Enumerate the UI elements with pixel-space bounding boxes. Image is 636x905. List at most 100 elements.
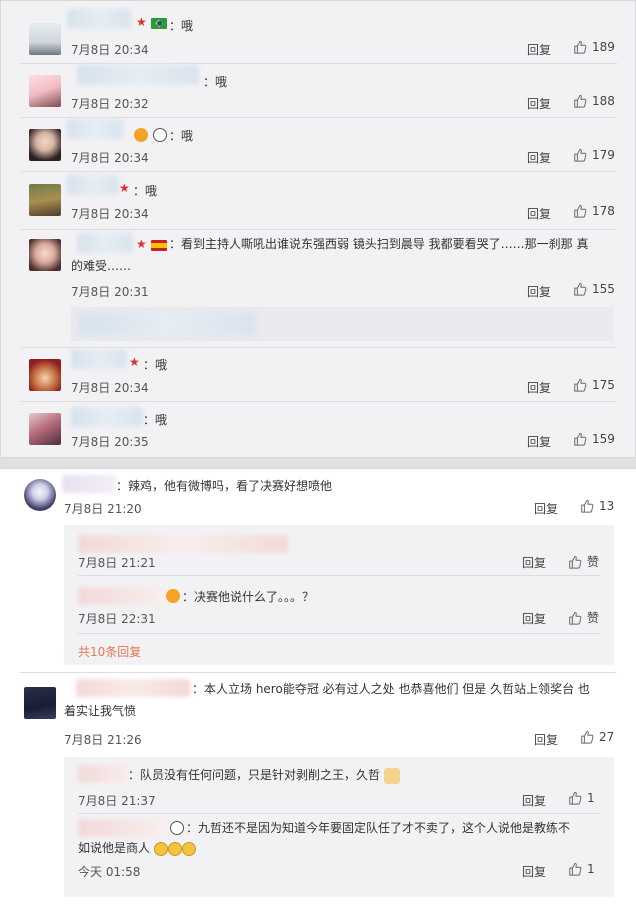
vip-star-icon: ★ [136, 15, 147, 29]
reply-button[interactable]: 回复 [527, 41, 551, 58]
sub-reply-time: 7月8日 22:31 [78, 612, 156, 626]
vip-star-icon: ★ [136, 237, 147, 251]
thumb-up-icon [573, 432, 587, 446]
victory-hand-icon [383, 767, 400, 784]
more-replies-link[interactable]: 共10条回复 [78, 643, 141, 660]
thumb-up-icon [580, 499, 594, 513]
comment-time: 7月8日 20:34 [71, 151, 149, 165]
username-blurred[interactable] [77, 233, 133, 253]
reply-button[interactable]: 回复 [522, 863, 546, 880]
username-blurred[interactable] [78, 765, 130, 783]
avatar[interactable] [29, 23, 61, 55]
medal-badge-icon [166, 589, 180, 603]
reply-button[interactable]: 回复 [534, 500, 558, 517]
sweat-emoji-icon [181, 841, 196, 856]
sub-reply-box: ：队员没有任何问题，只是针对剥削之王，久哲 7月8日 21:37 回复 1 ：九… [64, 757, 614, 897]
comment-item: ★ ：哦 7月8日 20:34 回复 189 [1, 1, 636, 61]
reply-button[interactable]: 回复 [527, 283, 551, 300]
avatar[interactable] [29, 413, 61, 445]
thumb-up-icon [568, 791, 582, 805]
brazil-flag-icon [151, 18, 167, 29]
comment-panel-top: ★ ：哦 7月8日 20:34 回复 189 ：哦 7月8日 20:32 回复 … [0, 0, 636, 458]
sub-reply-text-line2: 如说他是商人 [78, 838, 578, 858]
like-button[interactable]: 赞 [568, 553, 599, 570]
username-blurred[interactable] [71, 349, 127, 369]
reply-button[interactable]: 回复 [522, 554, 546, 571]
like-count: 13 [599, 499, 615, 513]
comment-item: ★ ：哦 7月8日 20:34 回复 175 [1, 347, 636, 401]
avatar[interactable] [29, 129, 61, 161]
avatar[interactable] [29, 184, 61, 216]
reply-button[interactable]: 回复 [527, 149, 551, 166]
like-label: 赞 [587, 555, 600, 569]
comment-thread: ：辣鸡，他有微博吗，看了决赛好想喷他 7月8日 21:20 回复 13 7月8日… [0, 469, 636, 669]
reply-button[interactable]: 回复 [534, 731, 558, 748]
avatar[interactable] [29, 239, 61, 271]
username-blurred[interactable] [67, 119, 123, 139]
comment-time: 7月8日 20:31 [71, 285, 149, 299]
comment-text: ：看到主持人嘶吼出谁说东强西弱 镜头扫到晨导 我都要看哭了……那一刹那 真 [169, 237, 589, 251]
username-blurred[interactable] [78, 587, 164, 605]
like-button[interactable]: 188 [573, 94, 615, 108]
username-blurred[interactable] [67, 9, 131, 29]
thumb-up-icon [573, 378, 587, 392]
like-button[interactable]: 27 [580, 730, 614, 744]
comment-text: ：辣鸡，他有微博吗，看了决赛好想喷他 [116, 479, 333, 493]
reply-button[interactable]: 回复 [522, 610, 546, 627]
like-count: 159 [592, 432, 615, 446]
like-count: 178 [592, 204, 615, 218]
username-blurred[interactable] [78, 535, 288, 553]
like-button[interactable]: 179 [573, 148, 615, 162]
vip-star-icon: ★ [119, 181, 130, 195]
username-blurred[interactable] [71, 407, 143, 427]
username-blurred[interactable] [76, 679, 190, 697]
reply-button[interactable]: 回复 [522, 792, 546, 809]
comment-text: ：哦 [143, 413, 168, 427]
reply-button[interactable]: 回复 [527, 379, 551, 396]
username-blurred[interactable] [78, 819, 164, 837]
comment-time: 7月8日 20:34 [71, 207, 149, 221]
reply-button[interactable]: 回复 [527, 205, 551, 222]
avatar[interactable] [24, 687, 56, 719]
username-blurred[interactable] [77, 65, 199, 85]
thumb-up-icon [573, 148, 587, 162]
like-count: 188 [592, 94, 615, 108]
comment-time: 7月8日 21:20 [64, 502, 142, 516]
like-button[interactable]: 赞 [568, 609, 599, 626]
like-button[interactable]: 189 [573, 40, 615, 54]
like-button[interactable]: 1 [568, 862, 595, 876]
comment-text-line2: 的难受…… [71, 259, 132, 273]
panda-badge-icon [170, 821, 184, 835]
like-button[interactable]: 155 [573, 282, 615, 296]
avatar[interactable] [29, 359, 61, 391]
reply-button[interactable]: 回复 [527, 433, 551, 450]
thumb-up-icon [568, 611, 582, 625]
comment-time: 7月8日 20:34 [71, 381, 149, 395]
sub-reply-box: 7月8日 21:21 回复 赞 ：决赛他说什么了。。。？ 7月8日 22:31 … [64, 525, 614, 665]
thumb-up-icon [580, 730, 594, 744]
like-count: 179 [592, 148, 615, 162]
like-button[interactable]: 178 [573, 204, 615, 218]
like-button[interactable]: 1 [568, 791, 595, 805]
spain-flag-icon [151, 240, 167, 251]
avatar[interactable] [24, 479, 56, 511]
thumb-up-icon [573, 94, 587, 108]
like-button[interactable]: 175 [573, 378, 615, 392]
like-count: 189 [592, 40, 615, 54]
like-button[interactable]: 159 [573, 432, 615, 446]
comment-text: ：哦 [133, 184, 158, 198]
comment-panel-bottom: ：辣鸡，他有微博吗，看了决赛好想喷他 7月8日 21:20 回复 13 7月8日… [0, 468, 636, 905]
comment-text: ：哦 [143, 358, 168, 372]
comment-text: ：哦 [203, 75, 228, 89]
comment-time: 7月8日 20:35 [71, 435, 149, 449]
sub-reply-text: ：队员没有任何问题，只是针对剥削之王，久哲 [128, 766, 400, 784]
like-button[interactable]: 13 [580, 499, 614, 513]
reply-button[interactable]: 回复 [527, 95, 551, 112]
username-blurred[interactable] [67, 175, 119, 195]
comment-text-line2: 着实让我气愤 [64, 704, 137, 718]
username-blurred[interactable] [62, 475, 116, 493]
avatar[interactable] [29, 75, 61, 107]
comment-text: ：本人立场 hero能夺冠 必有过人之处 也恭喜他们 但是 久哲站上领奖台 也 [192, 682, 590, 696]
comment-item: ：哦 7月8日 20:32 回复 188 [1, 63, 636, 117]
sub-reply-text: ：九哲还不是因为知道今年要固定队任了才不卖了，这个人说他是教练不 [186, 821, 571, 835]
